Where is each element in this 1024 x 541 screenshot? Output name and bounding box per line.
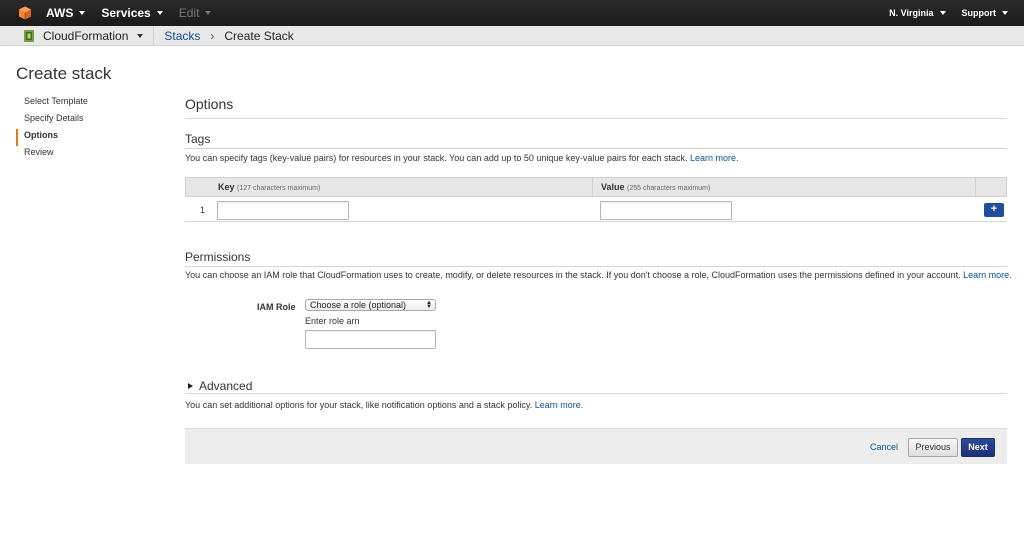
- support-menu-label: Support: [961, 8, 997, 18]
- aws-menu-label: AWS: [46, 6, 74, 20]
- advanced-description-text: You can set additional options for your …: [185, 400, 533, 410]
- iam-role-label: IAM Role: [257, 302, 296, 312]
- advanced-divider: [185, 393, 1007, 394]
- service-bar: CloudFormation Stacks › Create Stack: [0, 25, 1024, 46]
- key-column-header: Key (127 characters maximum): [218, 178, 320, 197]
- chevron-down-icon: [939, 11, 946, 15]
- permissions-description-text: You can choose an IAM role that CloudFor…: [185, 270, 961, 280]
- permissions-divider: [185, 266, 1007, 267]
- key-header-label: Key: [218, 182, 235, 192]
- wizard-footer: Cancel Previous Next: [185, 428, 1007, 464]
- chevron-down-icon: [156, 11, 163, 15]
- caret-right-icon: [188, 383, 193, 389]
- edit-menu[interactable]: Edit: [179, 6, 212, 20]
- chevron-down-icon: [137, 33, 144, 38]
- iam-role-select[interactable]: Choose a role (optional) ▲ ▼: [305, 299, 436, 311]
- tags-divider: [185, 148, 1007, 149]
- service-name: CloudFormation: [43, 28, 129, 43]
- tags-heading: Tags: [185, 132, 211, 146]
- step-options[interactable]: Options: [16, 129, 166, 146]
- aws-menu[interactable]: AWS: [46, 6, 86, 20]
- advanced-heading: Advanced: [199, 379, 253, 393]
- permissions-learn-more-link[interactable]: Learn more.: [963, 270, 1012, 280]
- value-header-hint: (255 characters maximum): [627, 185, 711, 192]
- cloudformation-icon: [24, 29, 34, 42]
- wizard-steps: Select Template Specify Details Options …: [16, 95, 166, 163]
- key-header-hint: (127 characters maximum): [237, 185, 321, 192]
- permissions-heading: Permissions: [185, 250, 251, 264]
- step-specify-details[interactable]: Specify Details: [16, 112, 166, 129]
- edit-menu-label: Edit: [178, 6, 200, 20]
- breadcrumb-separator: ›: [210, 28, 215, 43]
- service-switcher[interactable]: CloudFormation: [0, 25, 155, 46]
- services-menu-label: Services: [101, 6, 151, 20]
- tag-row-number: 1: [200, 205, 206, 215]
- iam-role-select-value: Choose a role (optional): [310, 300, 407, 310]
- tags-table: Key (127 characters maximum) Value (255 …: [185, 177, 1007, 222]
- cancel-button[interactable]: Cancel: [870, 442, 898, 452]
- breadcrumb-stacks-link[interactable]: Stacks: [164, 29, 200, 43]
- region-menu[interactable]: N. Virginia: [889, 8, 946, 18]
- chevron-down-icon: [1002, 11, 1008, 15]
- select-arrows-icon: ▲ ▼: [426, 300, 432, 310]
- next-button[interactable]: Next: [961, 438, 995, 457]
- tags-description: You can specify tags (key-value pairs) f…: [185, 153, 739, 163]
- breadcrumb: Stacks › Create Stack: [154, 29, 293, 43]
- tag-value-input[interactable]: [600, 201, 732, 220]
- value-column-header: Value (255 characters maximum): [601, 178, 710, 197]
- permissions-description: You can choose an IAM role that CloudFor…: [185, 270, 1012, 280]
- tags-table-header: Key (127 characters maximum) Value (255 …: [185, 177, 1007, 197]
- top-navigation-bar: AWS Services Edit N. Virginia Support: [0, 0, 1024, 26]
- column-divider: [592, 178, 593, 197]
- previous-button[interactable]: Previous: [908, 438, 958, 457]
- advanced-description: You can set additional options for your …: [185, 400, 583, 410]
- tags-description-text: You can specify tags (key-value pairs) f…: [185, 153, 688, 163]
- region-menu-label: N. Virginia: [889, 8, 934, 18]
- column-divider: [975, 178, 976, 197]
- chevron-down-icon: [205, 11, 212, 15]
- advanced-learn-more-link[interactable]: Learn more.: [535, 400, 584, 410]
- aws-cube-icon[interactable]: [18, 6, 32, 20]
- options-heading: Options: [185, 96, 234, 112]
- step-review[interactable]: Review: [16, 146, 166, 163]
- advanced-toggle[interactable]: Advanced: [188, 379, 252, 393]
- page-title: Create stack: [16, 64, 112, 83]
- breadcrumb-current: Create Stack: [224, 28, 294, 43]
- options-divider: [185, 118, 1007, 119]
- tags-learn-more-link[interactable]: Learn more.: [690, 153, 739, 163]
- value-header-label: Value: [601, 182, 625, 192]
- step-select-template[interactable]: Select Template: [16, 95, 166, 112]
- services-menu[interactable]: Services: [101, 6, 163, 20]
- role-arn-label: Enter role arn: [305, 316, 360, 326]
- role-arn-input[interactable]: [305, 330, 436, 349]
- add-tag-button[interactable]: +: [984, 203, 1004, 217]
- tag-key-input[interactable]: [217, 201, 349, 220]
- support-menu[interactable]: Support: [961, 8, 1008, 18]
- chevron-down-icon: [79, 11, 86, 15]
